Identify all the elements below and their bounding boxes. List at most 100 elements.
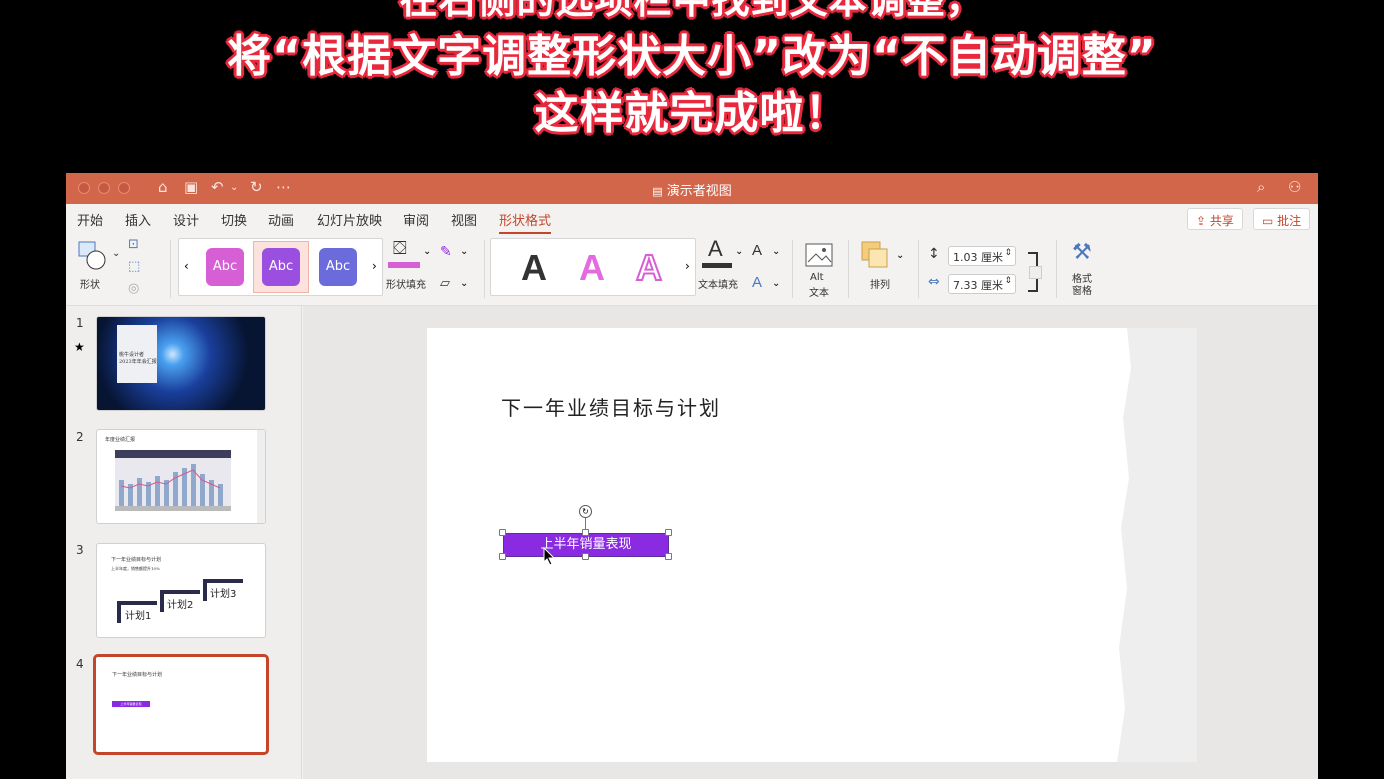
rotate-handle-icon[interactable]: ↻ [579,505,592,518]
thumb3-step-3-bar [203,579,243,583]
resize-handle-bottom[interactable] [582,553,589,560]
slide-thumbnail-3[interactable]: 下一年业绩目标与计划 上半年度，销售额提升10% 计划1 计划2 计划3 [96,543,266,638]
separator [1056,240,1057,298]
arrange-dropdown-icon[interactable]: ⌄ [896,250,904,261]
width-stepper-icon[interactable]: ⇕ [1004,276,1012,286]
width-input[interactable]: 7.33 厘米 ⇕ [948,274,1016,294]
slide-title[interactable]: 下一年业绩目标与计划 [501,392,721,421]
shape-style-2[interactable]: Abc [262,248,300,286]
shape-style-3[interactable]: Abc [319,248,357,286]
text-outline-dropdown-icon[interactable]: ⌄ [772,246,780,257]
thumb4-title: 下一年业绩目标与计划 [112,672,163,678]
slide-number-1: 1 [76,316,84,330]
height-value: 1.03 厘米 [953,251,1003,264]
wordart-style-3[interactable]: A [635,246,663,289]
resize-handle-bottom-right[interactable] [665,553,672,560]
mouse-cursor-icon [543,547,556,566]
share-label: 共享 [1209,214,1234,228]
window-title-text: 演示者视图 [666,184,732,199]
tab-slideshow[interactable]: 幻灯片放映 [317,210,382,229]
wordart-style-1[interactable]: A [521,247,547,289]
format-pane-label-2: 窗格 [1072,286,1092,297]
comment-icon: ▭ [1262,214,1274,228]
slide-number-3: 3 [76,543,84,557]
lock-aspect-checkbox[interactable] [1029,266,1042,279]
alt-text-label-1: Alt [810,272,824,283]
thumb3-step-2-bar [160,590,200,594]
format-brush-icon: ⚒ [1072,240,1092,265]
caption-line-2: 将“根据文字调整形状大小”改为“不自动调整” [227,31,1157,82]
thumb3-step-2: 计划2 [167,600,194,611]
tab-design[interactable]: 设计 [173,210,199,229]
slide-editor-area: 下一年业绩目标与计划 上半年销量表现 ↻ [303,306,1318,779]
slide-thumbnail-1[interactable]: 桃牛设计者 2023年年会汇报 [96,316,266,411]
text-fill-dropdown-icon[interactable]: ⌄ [735,246,743,257]
slide-number-2: 2 [76,430,84,444]
arrange-label: 排列 [870,280,890,291]
thumb3-step-1: 计划1 [125,611,152,622]
tab-animations[interactable]: 动画 [268,210,294,229]
height-input[interactable]: 1.03 厘米 ⇕ [948,246,1016,266]
shape-outline-icon[interactable]: ✎ [440,244,452,260]
gallery-prev-icon[interactable]: ‹ [184,259,189,273]
wordart-next-icon[interactable]: › [685,259,690,273]
insert-shape-button[interactable] [78,240,108,272]
share-button[interactable]: ⇪ 共享 [1187,208,1243,230]
format-pane-button[interactable]: ⚒ 格式 窗格 [1066,240,1102,300]
tab-view[interactable]: 视图 [451,210,477,229]
gallery-next-icon[interactable]: › [372,259,377,273]
shape-styles-gallery: ‹ Abc Abc Abc › [178,238,383,296]
shape-effects-dropdown-icon[interactable]: ⌄ [460,278,468,289]
shape-effects-icon[interactable]: ▱ [440,276,450,291]
screen: 在右侧的选项栏中找到文本调整， 将“根据文字调整形状大小”改为“不自动调整” 这… [0,0,1384,779]
tab-home[interactable]: 开始 [77,210,103,229]
caption-line-1: 在右侧的选项栏中找到文本调整， [399,0,985,22]
alt-text-icon [805,243,833,267]
animation-star-icon: ★ [74,340,85,354]
ribbon-toolbar: ⌄ 形状 ⊡ ⬚ ◎ ‹ Abc Abc Abc › ⛋ ⌄ 形状填充 ✎ ⌄ … [66,234,1318,306]
separator [792,240,793,298]
tab-transitions[interactable]: 切换 [221,210,247,229]
shape-label: 形状 [80,280,100,291]
alt-text-button[interactable]: Alt 文本 [804,242,838,300]
height-stepper-icon[interactable]: ⇕ [1004,248,1012,258]
shape-fill-button[interactable]: ⛋ [388,238,420,272]
thumb3-step-3-post [203,579,207,601]
text-effects-dropdown-icon[interactable]: ⌄ [772,278,780,289]
resize-handle-top-left[interactable] [499,529,506,536]
comments-label: 批注 [1277,214,1302,228]
ribbon-tabs: 开始 插入 设计 切换 动画 幻灯片放映 审阅 视图 形状格式 ⇪ 共享 ▭ 批… [66,204,1318,234]
wordart-gallery: A A A › [490,238,696,296]
shape-outline-dropdown-icon[interactable]: ⌄ [460,246,468,257]
separator [848,240,849,298]
slide-thumbnail-2[interactable]: 年度业绩汇报 [96,429,266,524]
account-icon[interactable]: ⚇ [1288,178,1301,196]
text-outline-icon[interactable]: A [752,242,762,259]
text-box-icon[interactable]: ⬚ [128,259,140,274]
torn-paper-edge [1117,328,1197,762]
thumb4-shape: 上半年销量表现 [112,701,150,707]
tab-shape-format[interactable]: 形状格式 [499,210,552,234]
wordart-style-2[interactable]: A [579,247,605,289]
tab-insert[interactable]: 插入 [125,210,151,229]
text-fill-button[interactable]: A [700,236,732,272]
thumb1-text-1: 桃牛设计者 [119,352,145,358]
arrange-button[interactable]: 排列 [860,240,900,296]
document-icon: ▤ [652,185,663,198]
search-icon[interactable]: ⌕ [1257,178,1265,196]
merge-shapes-icon[interactable]: ◎ [128,281,139,296]
resize-handle-top[interactable] [582,529,589,536]
shape-dropdown-icon[interactable]: ⌄ [112,248,120,259]
resize-handle-bottom-left[interactable] [499,553,506,560]
shape-fill-dropdown-icon[interactable]: ⌄ [423,246,431,257]
share-icon: ⇪ [1196,214,1207,228]
width-icon: ⇔ [928,274,940,290]
comments-button[interactable]: ▭ 批注 [1253,208,1311,230]
tab-review[interactable]: 审阅 [403,210,429,229]
shape-style-1[interactable]: Abc [206,248,244,286]
resize-handle-top-right[interactable] [665,529,672,536]
text-effects-icon[interactable]: A [752,274,762,291]
slide-thumbnail-4[interactable]: 下一年业绩目标与计划 上半年销量表现 [93,654,269,755]
thumb2-title: 年度业绩汇报 [105,437,136,443]
edit-shape-icon[interactable]: ⊡ [128,237,139,252]
